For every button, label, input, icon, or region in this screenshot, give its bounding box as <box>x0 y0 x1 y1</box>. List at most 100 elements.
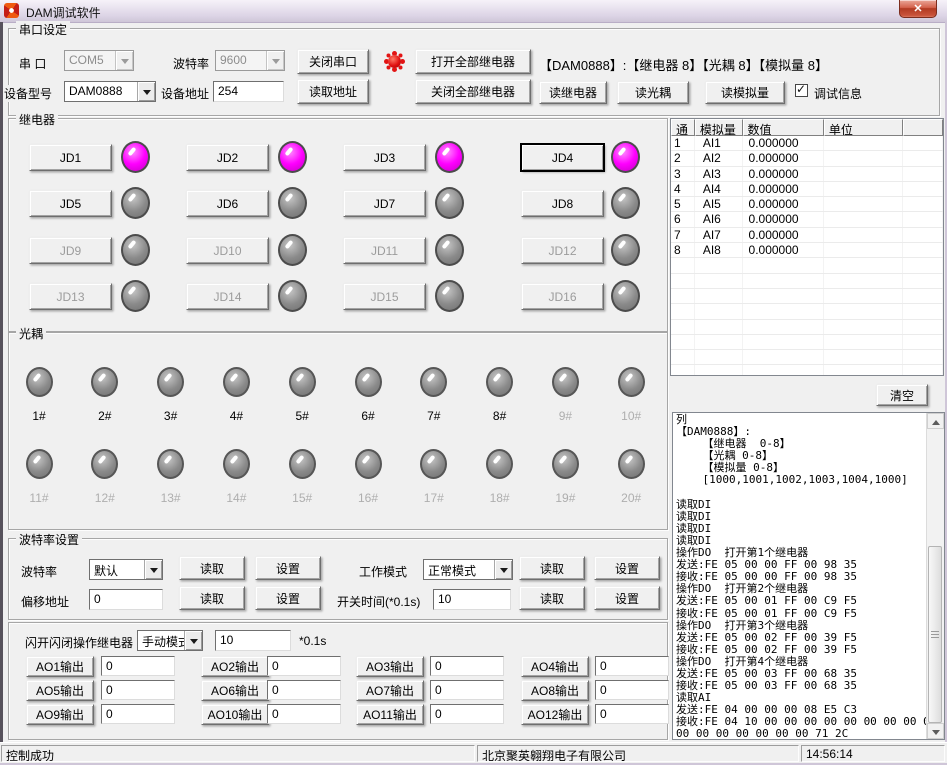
read-analog-button[interactable]: 读模拟量 <box>705 81 785 104</box>
ao-output-input-ao3[interactable]: 0 <box>430 656 504 676</box>
baud-read-button[interactable]: 读取 <box>179 556 245 580</box>
analog-table-cell <box>824 136 903 150</box>
analog-table-cell: 5 <box>671 197 695 211</box>
analog-table-cell <box>695 365 743 376</box>
ao-output-button-ao7[interactable]: AO7输出 <box>356 680 424 701</box>
flash-mode-dropdown-arrow[interactable] <box>184 631 202 650</box>
baud-settings-title: 波特率设置 <box>16 531 82 548</box>
device-model-select[interactable]: DAM0888 <box>64 81 156 102</box>
close-serial-button[interactable]: 关闭串口 <box>297 49 369 74</box>
flash-time-input[interactable]: 10 <box>215 630 291 651</box>
ao-output-input-ao2[interactable]: 0 <box>267 656 341 676</box>
work-mode-select[interactable]: 正常模式 <box>423 559 513 580</box>
offset-set-button[interactable]: 设置 <box>255 586 321 610</box>
relay-button-jd15[interactable]: JD15 <box>343 283 426 310</box>
ao-output-button-ao8[interactable]: AO8输出 <box>521 680 589 701</box>
ao-output-button-ao11[interactable]: AO11输出 <box>356 704 424 725</box>
log-scrollbar[interactable] <box>926 413 944 739</box>
scroll-up-button[interactable] <box>927 413 944 429</box>
read-address-button[interactable]: 读取地址 <box>297 79 369 104</box>
flash-output-group: 闪开闪闭操作继电器 手动模式 10 *0.1s AO1输出0AO2输出0AO3输… <box>8 622 668 740</box>
baud-select[interactable]: 默认 <box>89 559 163 580</box>
switch-time-input[interactable]: 10 <box>433 589 511 610</box>
baudrate-dropdown-arrow[interactable] <box>266 51 284 70</box>
ao-output-input-ao5[interactable]: 0 <box>101 680 175 700</box>
opto-label-6: 6# <box>351 409 385 423</box>
analog-table-cell <box>903 304 943 318</box>
port-label: 串 口 <box>19 55 46 72</box>
relay-button-jd7[interactable]: JD7 <box>343 190 426 217</box>
relay-button-jd10[interactable]: JD10 <box>186 237 269 264</box>
indicator-shine-icon <box>164 455 173 464</box>
ao-output-button-ao6[interactable]: AO6输出 <box>201 680 269 701</box>
relay-button-jd8[interactable]: JD8 <box>521 190 604 217</box>
switch-time-set-button[interactable]: 设置 <box>594 586 660 610</box>
port-select[interactable]: COM5 <box>64 50 134 71</box>
analog-table-cell <box>903 136 943 150</box>
work-mode-set-button[interactable]: 设置 <box>594 556 660 580</box>
switch-time-read-button[interactable]: 读取 <box>519 586 585 610</box>
ao-output-button-ao1[interactable]: AO1输出 <box>26 656 94 677</box>
relay-button-jd2[interactable]: JD2 <box>186 144 269 171</box>
relay-button-jd16[interactable]: JD16 <box>521 283 604 310</box>
ao-output-button-ao2[interactable]: AO2输出 <box>201 656 269 677</box>
close-all-relays-button[interactable]: 关闭全部继电器 <box>415 79 531 104</box>
analog-table-cell <box>695 304 743 318</box>
read-relay-button[interactable]: 读继电器 <box>539 81 607 104</box>
ao-output-button-ao12[interactable]: AO12输出 <box>521 704 589 725</box>
relay-button-jd1[interactable]: JD1 <box>29 144 112 171</box>
ao-output-input-ao12[interactable]: 0 <box>595 704 669 724</box>
offset-address-input[interactable]: 0 <box>89 589 163 610</box>
baud-dropdown-arrow[interactable] <box>144 560 162 579</box>
ao-output-input-ao7[interactable]: 0 <box>430 680 504 700</box>
ao-output-button-ao5[interactable]: AO5输出 <box>26 680 94 701</box>
device-model-dropdown-arrow[interactable] <box>137 82 155 101</box>
ao-output-button-ao10[interactable]: AO10输出 <box>201 704 269 725</box>
ao-output-input-ao9[interactable]: 0 <box>101 704 175 724</box>
analog-table-cell: AI7 <box>695 228 743 242</box>
relay-button-jd4[interactable]: JD4 <box>521 144 604 171</box>
baud-set-button[interactable]: 设置 <box>255 556 321 580</box>
baudrate-select[interactable]: 9600 <box>215 50 285 71</box>
ao-output-input-ao11[interactable]: 0 <box>430 704 504 724</box>
opto-indicator-8 <box>486 367 513 397</box>
port-dropdown-arrow[interactable] <box>115 51 133 70</box>
relay-button-jd13[interactable]: JD13 <box>29 283 112 310</box>
work-mode-dropdown-arrow[interactable] <box>494 560 512 579</box>
read-opto-button[interactable]: 读光耦 <box>617 81 689 104</box>
relay-indicator-jd13 <box>121 280 150 312</box>
relay-button-jd14[interactable]: JD14 <box>186 283 269 310</box>
work-mode-read-button[interactable]: 读取 <box>519 556 585 580</box>
analog-table-cell: AI5 <box>695 197 743 211</box>
ao-output-button-ao4[interactable]: AO4输出 <box>521 656 589 677</box>
opto-label-3: 3# <box>154 409 188 423</box>
close-button[interactable]: ✕ <box>899 0 937 18</box>
ao-output-input-ao10[interactable]: 0 <box>267 704 341 724</box>
scroll-down-button[interactable] <box>927 723 944 739</box>
indicator-shine-icon <box>624 455 633 464</box>
device-address-input[interactable]: 254 <box>213 81 284 102</box>
relay-button-jd5[interactable]: JD5 <box>29 190 112 217</box>
ao-output-input-ao6[interactable]: 0 <box>267 680 341 700</box>
ao-output-input-ao1[interactable]: 0 <box>101 656 175 676</box>
open-all-relays-button[interactable]: 打开全部继电器 <box>415 49 531 74</box>
scrollbar-thumb[interactable] <box>928 546 942 723</box>
ao-output-input-ao4[interactable]: 0 <box>595 656 669 676</box>
debug-info-checkbox[interactable]: ✓ <box>795 84 808 97</box>
relay-button-jd3[interactable]: JD3 <box>343 144 426 171</box>
flash-mode-select[interactable]: 手动模式 <box>137 630 203 651</box>
analog-table-cell <box>903 243 943 257</box>
indicator-shine-icon <box>164 373 173 382</box>
relay-button-jd12[interactable]: JD12 <box>521 237 604 264</box>
relay-button-jd6[interactable]: JD6 <box>186 190 269 217</box>
relay-button-jd9[interactable]: JD9 <box>29 237 112 264</box>
opto-indicator-3 <box>157 367 184 397</box>
offset-read-button[interactable]: 读取 <box>179 586 245 610</box>
clear-log-button[interactable]: 清空 <box>876 384 928 406</box>
analog-table-cell <box>824 228 903 242</box>
ao-output-button-ao9[interactable]: AO9输出 <box>26 704 94 725</box>
relay-button-jd11[interactable]: JD11 <box>343 237 426 264</box>
analog-table-cell: 0.000000 <box>743 167 824 181</box>
ao-output-button-ao3[interactable]: AO3输出 <box>356 656 424 677</box>
ao-output-input-ao8[interactable]: 0 <box>595 680 669 700</box>
